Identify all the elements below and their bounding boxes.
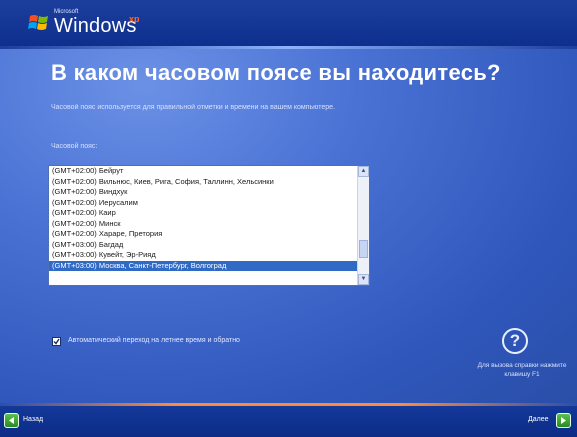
header-bar: Microsoft Windows xp — [0, 0, 577, 46]
timezone-item[interactable]: (GMT+02:00) Хараре, Претория — [49, 229, 357, 240]
timezone-listbox[interactable]: (GMT+02:00) Бейрут (GMT+02:00) Вильнюс, К… — [48, 165, 370, 286]
windows-logo-icon — [28, 15, 48, 30]
timezone-label: Часовой пояс: — [51, 143, 98, 150]
brand-windows: Windows — [54, 15, 137, 37]
timezone-item[interactable]: (GMT+03:00) Москва, Санкт-Петербург, Вол… — [49, 260, 357, 271]
scrollbar[interactable]: ▲ ▼ — [357, 166, 369, 285]
timezone-item[interactable]: (GMT+03:00) Кувейт, Эр-Рияд — [49, 250, 357, 261]
timezone-item[interactable]: (GMT+02:00) Иерусалим — [49, 198, 357, 209]
timezone-item[interactable]: (GMT+02:00) Виндхук — [49, 187, 357, 198]
page-title: В каком часовом поясе вы находитесь? — [51, 60, 501, 85]
timezone-item[interactable]: (GMT+02:00) Вильнюс, Киев, Рига, София, … — [49, 177, 357, 188]
back-arrow-icon[interactable] — [4, 413, 19, 428]
page-description: Часовой пояс используется для правильной… — [51, 104, 336, 111]
scroll-down-button[interactable]: ▼ — [358, 274, 369, 285]
dst-checkbox-label[interactable]: Автоматический переход на летнее время и… — [68, 337, 240, 344]
timezone-item[interactable]: (GMT+03:00) Багдад — [49, 240, 357, 251]
back-button[interactable]: Назад — [23, 416, 43, 423]
scroll-thumb[interactable] — [359, 240, 368, 258]
timezone-item[interactable]: (GMT+02:00) Каир — [49, 208, 357, 219]
brand-xp: xp — [129, 14, 140, 24]
scroll-up-button[interactable]: ▲ — [358, 166, 369, 177]
checkmark-icon — [53, 338, 60, 345]
footer-bar: Назад Далее — [0, 406, 577, 437]
next-button[interactable]: Далее — [528, 416, 549, 423]
timezone-list[interactable]: (GMT+02:00) Бейрут (GMT+02:00) Вильнюс, К… — [49, 166, 357, 285]
dst-checkbox[interactable] — [52, 337, 61, 346]
next-arrow-icon[interactable] — [556, 413, 571, 428]
timezone-item[interactable]: (GMT+02:00) Минск — [49, 219, 357, 230]
help-text: Для вызова справки нажмите клавишу F1 — [477, 362, 567, 378]
timezone-item[interactable]: (GMT+02:00) Бейрут — [49, 166, 357, 177]
help-icon[interactable]: ? — [502, 328, 528, 354]
